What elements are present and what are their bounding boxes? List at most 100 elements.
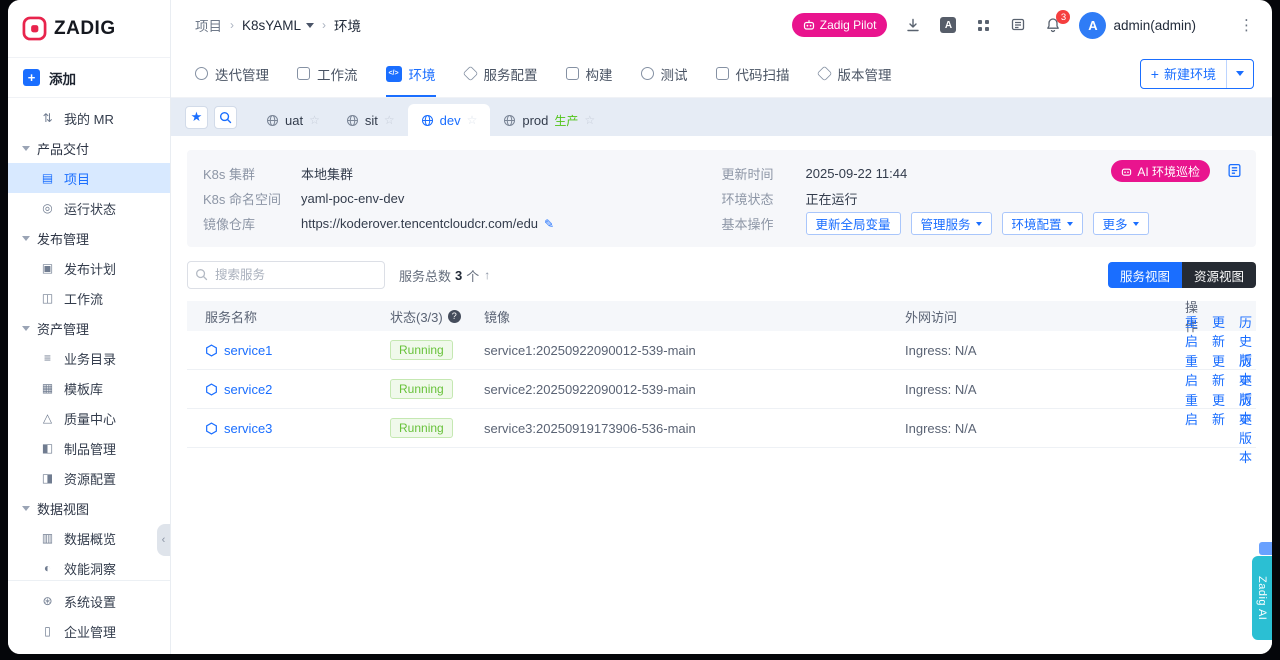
tab-service-config[interactable]: 服务配置 (464, 50, 538, 97)
tab-build[interactable]: 构建 (566, 50, 613, 97)
update-global-vars-button[interactable]: 更新全局变量 (806, 212, 901, 235)
chevron-down-icon (22, 506, 30, 511)
image-cell: service3:20250919173906-536-main (484, 421, 905, 436)
sidebar-group-release-management[interactable]: 发布管理 (8, 223, 170, 253)
zadig-logo[interactable]: ZADIG (8, 0, 170, 58)
info-label: 环境状态 (722, 189, 806, 208)
access-cell: Ingress: N/A (905, 421, 1185, 436)
tab-label: 测试 (661, 64, 688, 84)
chevron-down-icon (22, 146, 30, 151)
sidebar-collapse-handle[interactable]: ‹ (157, 524, 170, 556)
tab-environment[interactable]: 环境 (386, 50, 436, 97)
service-name: service1 (224, 343, 272, 358)
sidebar-item-label: 数据概览 (64, 529, 116, 548)
tab-iteration-management[interactable]: 迭代管理 (195, 50, 269, 97)
env-tab-label: sit (365, 113, 378, 128)
new-environment-main[interactable]: 新建环境 (1141, 60, 1226, 88)
favorite-star-icon[interactable]: ☆ (584, 113, 595, 127)
tab-code-scan[interactable]: 代码扫描 (716, 50, 790, 97)
sidebar-item-template-library[interactable]: ▦ 模板库 (8, 373, 170, 403)
apps-icon[interactable] (974, 16, 992, 34)
env-tab-dev[interactable]: dev ☆ (408, 104, 491, 136)
group-label: 发布管理 (37, 229, 89, 248)
new-environment-button[interactable]: 新建环境 (1140, 59, 1254, 89)
button-label: 更多 (1103, 214, 1128, 233)
tab-version-management[interactable]: 版本管理 (818, 50, 892, 97)
globe-icon (503, 114, 516, 127)
sidebar-item-data-overview[interactable]: ▥ 数据概览 (8, 523, 170, 553)
sidebar-group-data-view[interactable]: 数据视图 (8, 493, 170, 523)
env-search-button[interactable] (214, 106, 237, 129)
search-icon (195, 268, 208, 281)
zadig-ai-tab[interactable]: Zadig AI (1252, 556, 1272, 640)
sidebar-item-quality-center[interactable]: △ 质量中心 (8, 403, 170, 433)
report-document-icon[interactable] (1227, 163, 1242, 178)
env-tab-label: dev (440, 113, 461, 128)
add-button[interactable]: 添加 (8, 58, 170, 98)
favorite-filter-button[interactable]: ★ (185, 106, 208, 129)
breadcrumb-project-selector[interactable]: K8sYAML (242, 18, 314, 33)
env-tab-uat[interactable]: uat ☆ (253, 104, 333, 136)
environment-tab-strip: ★ uat ☆ sit ☆ (171, 98, 1272, 136)
docs-icon[interactable] (1009, 16, 1027, 34)
breadcrumb-projects[interactable]: 项目 (195, 15, 222, 35)
collapse-arrow-icon[interactable]: ↑ (484, 268, 490, 282)
manage-services-button[interactable]: 管理服务 (911, 212, 992, 235)
resource-view-button[interactable]: 资源视图 (1182, 262, 1256, 288)
tab-test[interactable]: 测试 (641, 50, 688, 97)
info-label: K8s 命名空间 (203, 189, 301, 208)
add-label: 添加 (49, 68, 76, 88)
sidebar-group-product-delivery[interactable]: 产品交付 (8, 133, 170, 163)
sidebar-item-projects[interactable]: ▤ 项目 (8, 163, 170, 193)
info-column-left: K8s 集群 本地集群 K8s 命名空间 yaml-poc-env-dev 镜像… (203, 161, 722, 236)
sidebar-item-running-status[interactable]: ◎ 运行状态 (8, 193, 170, 223)
sidebar-group-asset-management[interactable]: 资产管理 (8, 313, 170, 343)
help-icon[interactable] (448, 310, 461, 323)
status-header-label: 状态(3/3) (390, 307, 443, 326)
notifications-bell-icon[interactable]: 3 (1044, 16, 1062, 34)
favorite-star-icon[interactable]: ☆ (467, 113, 478, 127)
env-tab-prod[interactable]: prod 生产 ☆ (490, 104, 608, 136)
sidebar-item-release-plan[interactable]: ▣ 发布计划 (8, 253, 170, 283)
sidebar-item-performance-insight[interactable]: ◐ 效能洞察 (8, 553, 170, 580)
service-link[interactable]: service1 (205, 343, 272, 358)
search-service-input[interactable] (187, 261, 385, 289)
artifact-icon: ◧ (40, 441, 55, 455)
favorite-star-icon[interactable]: ☆ (309, 113, 320, 127)
env-tab-sit[interactable]: sit ☆ (333, 104, 408, 136)
service-link[interactable]: service2 (205, 382, 272, 397)
user-menu[interactable]: A admin(admin) (1079, 12, 1196, 39)
sidebar-item-workflow[interactable]: ◫ 工作流 (8, 283, 170, 313)
service-link[interactable]: service3 (205, 421, 272, 436)
translate-glyph (940, 17, 956, 33)
environment-tabs: uat ☆ sit ☆ dev ☆ (253, 98, 608, 136)
ai-inspection-button[interactable]: AI 环境巡检 (1111, 160, 1210, 182)
total-label: 服务总数 (399, 266, 451, 285)
environment-info-panel: K8s 集群 本地集群 K8s 命名空间 yaml-poc-env-dev 镜像… (187, 150, 1256, 247)
tab-workflow[interactable]: 工作流 (297, 50, 358, 97)
edit-pencil-icon[interactable]: ✎ (544, 217, 554, 231)
sidebar-item-business-directory[interactable]: ≡ 业务目录 (8, 343, 170, 373)
sidebar-item-artifact-management[interactable]: ◧ 制品管理 (8, 433, 170, 463)
zadig-pilot-button[interactable]: Zadig Pilot (792, 13, 888, 37)
table-header-row: 服务名称 状态(3/3) 镜像 外网访问 操作 (187, 301, 1256, 331)
env-config-button[interactable]: 环境配置 (1002, 212, 1083, 235)
service-view-button[interactable]: 服务视图 (1108, 262, 1182, 288)
language-icon[interactable] (939, 16, 957, 34)
update-link[interactable]: 更新 (1212, 390, 1225, 466)
history-link[interactable]: 历史版本 (1239, 390, 1252, 466)
tab-label: 服务配置 (484, 64, 538, 84)
more-actions-button[interactable]: 更多 (1093, 212, 1149, 235)
sidebar-item-resource-config[interactable]: ◨ 资源配置 (8, 463, 170, 493)
sidebar-item-system-settings[interactable]: ⊛ 系统设置 (8, 586, 170, 616)
download-icon[interactable] (904, 16, 922, 34)
new-environment-dropdown[interactable] (1226, 60, 1253, 88)
sidebar-item-my-mr[interactable]: ⇅ 我的 MR (8, 103, 170, 133)
username: admin(admin) (1113, 18, 1196, 33)
sidebar-item-enterprise-management[interactable]: ▯ 企业管理 (8, 616, 170, 646)
restart-link[interactable]: 重启 (1185, 390, 1198, 466)
group-label: 数据视图 (37, 499, 89, 518)
more-menu-icon[interactable]: ⋮ (1239, 16, 1254, 34)
favorite-star-icon[interactable]: ☆ (384, 113, 395, 127)
chevron-down-icon (976, 222, 982, 226)
